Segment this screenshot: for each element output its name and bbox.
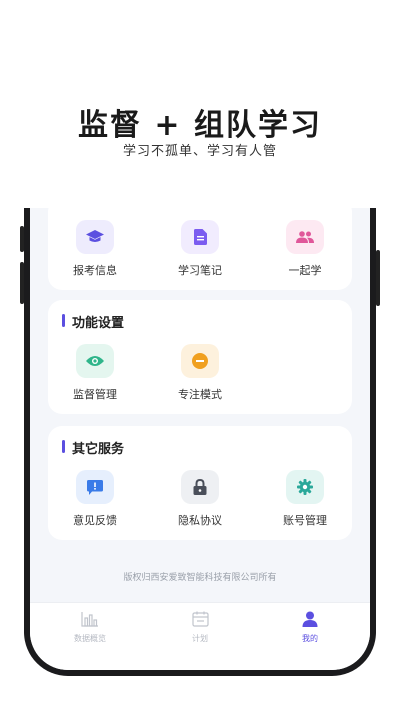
- tab-plan-label: 计划: [192, 634, 208, 643]
- other-services-title: 其它服务: [62, 438, 124, 457]
- minus-circle-icon: [181, 344, 219, 378]
- feedback-label: 意见反馈: [73, 514, 117, 527]
- promo-subtitle: 学习不孤单、学习有人管: [122, 144, 277, 159]
- exam-info-label: 报考信息: [73, 264, 117, 277]
- gear-icon: [286, 470, 324, 504]
- people-icon: [286, 220, 324, 254]
- supervision-management-button[interactable]: 监督管理: [50, 344, 140, 402]
- graduation-cap-icon: [76, 220, 114, 254]
- tab-mine-label: 我的: [302, 634, 318, 643]
- promo-title: 监督 + 组队学习: [77, 108, 323, 143]
- study-notes-label: 学习笔记: [178, 264, 222, 277]
- calendar-icon: [191, 611, 209, 627]
- focus-mode-button[interactable]: 专注模式: [155, 344, 245, 402]
- tab-data-overview[interactable]: 数据概览: [50, 611, 130, 644]
- exam-info-button[interactable]: 报考信息: [50, 220, 140, 278]
- bottom-tab-bar: 数据概览 计划 我的: [30, 602, 370, 670]
- study-notes-button[interactable]: 学习笔记: [155, 220, 245, 278]
- phone-side-button: [20, 262, 24, 304]
- study-together-label: 一起学: [288, 264, 322, 277]
- copyright-text: 版权归西安爱致智能科技有限公司所有: [123, 573, 277, 583]
- function-settings-card: 功能设置 监督管理 专注模式: [48, 300, 352, 414]
- tab-mine[interactable]: 我的: [270, 611, 350, 644]
- tab-plan[interactable]: 计划: [160, 611, 240, 644]
- phone-side-button: [376, 250, 380, 306]
- eye-icon: [76, 344, 114, 378]
- person-icon: [302, 611, 318, 627]
- bar-chart-icon: [81, 612, 98, 627]
- lock-icon: [181, 470, 219, 504]
- account-management-label: 账号管理: [283, 514, 327, 527]
- focus-mode-label: 专注模式: [178, 388, 222, 401]
- app-screen: 报考信息 学习笔记 一起学 功能设置 监督管理 专注模式 其它服务 意见反馈 隐…: [30, 208, 370, 670]
- tab-data-overview-label: 数据概览: [74, 634, 106, 643]
- feedback-icon: [76, 470, 114, 504]
- phone-side-button: [20, 226, 24, 252]
- other-services-card: 其它服务 意见反馈 隐私协议 账号管理: [48, 426, 352, 540]
- feedback-button[interactable]: 意见反馈: [50, 470, 140, 528]
- supervision-management-label: 监督管理: [73, 388, 117, 401]
- shortcut-card: 报考信息 学习笔记 一起学: [48, 208, 352, 290]
- document-icon: [181, 220, 219, 254]
- privacy-policy-label: 隐私协议: [178, 514, 222, 527]
- account-management-button[interactable]: 账号管理: [260, 470, 350, 528]
- function-settings-title: 功能设置: [62, 312, 124, 331]
- study-together-button[interactable]: 一起学: [260, 220, 350, 278]
- privacy-policy-button[interactable]: 隐私协议: [155, 470, 245, 528]
